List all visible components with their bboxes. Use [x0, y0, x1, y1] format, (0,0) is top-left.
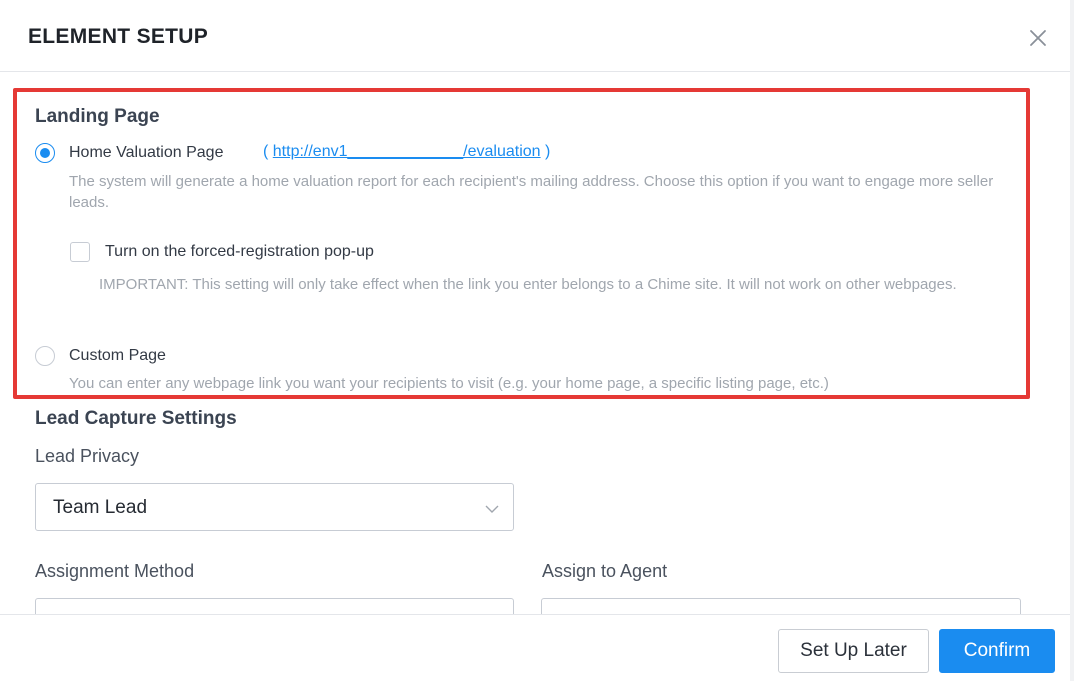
assignment-method-select[interactable] [35, 598, 514, 614]
element-setup-dialog: ELEMENT SETUP Landing Page Home Valuatio… [0, 0, 1074, 681]
custom-page-description: You can enter any webpage link you want … [69, 375, 829, 392]
landing-page-title: Landing Page [35, 106, 160, 127]
assignment-method-label: Assignment Method [35, 561, 195, 581]
set-up-later-button[interactable]: Set Up Later [778, 629, 929, 673]
lead-privacy-value: Team Lead [53, 497, 148, 518]
chevron-down-icon [485, 501, 499, 519]
custom-page-label: Custom Page [69, 347, 166, 364]
link-close-paren: ) [545, 143, 551, 160]
home-valuation-link-wrap: ( http://env1_____________/evaluation ) [263, 143, 550, 161]
dialog-footer: Set Up Later Confirm [0, 614, 1074, 681]
forced-registration-checkbox[interactable] [70, 242, 90, 262]
lead-privacy-select[interactable]: Team Lead [35, 483, 514, 531]
home-valuation-description: The system will generate a home valuatio… [69, 173, 994, 211]
dialog-title: ELEMENT SETUP [28, 25, 209, 48]
assign-to-agent-select[interactable] [541, 598, 1021, 614]
home-valuation-label: Home Valuation Page [69, 144, 224, 161]
close-icon[interactable] [1024, 24, 1052, 52]
forced-registration-note: IMPORTANT: This setting will only take e… [99, 276, 957, 293]
lead-privacy-label: Lead Privacy [35, 446, 140, 466]
forced-registration-label: Turn on the forced-registration pop-up [105, 243, 374, 260]
lead-capture-title: Lead Capture Settings [35, 408, 237, 429]
assign-to-agent-label: Assign to Agent [542, 561, 668, 581]
custom-page-radio[interactable] [35, 346, 55, 366]
confirm-button[interactable]: Confirm [939, 629, 1055, 673]
dialog-header: ELEMENT SETUP [0, 0, 1074, 72]
dialog-body[interactable]: Landing Page Home Valuation Page ( http:… [0, 72, 1074, 614]
scrollbar-track[interactable] [1070, 0, 1074, 681]
link-open-paren: ( [263, 143, 269, 160]
home-valuation-radio[interactable] [35, 143, 55, 163]
home-valuation-link[interactable]: http://env1_____________/evaluation [273, 143, 541, 160]
